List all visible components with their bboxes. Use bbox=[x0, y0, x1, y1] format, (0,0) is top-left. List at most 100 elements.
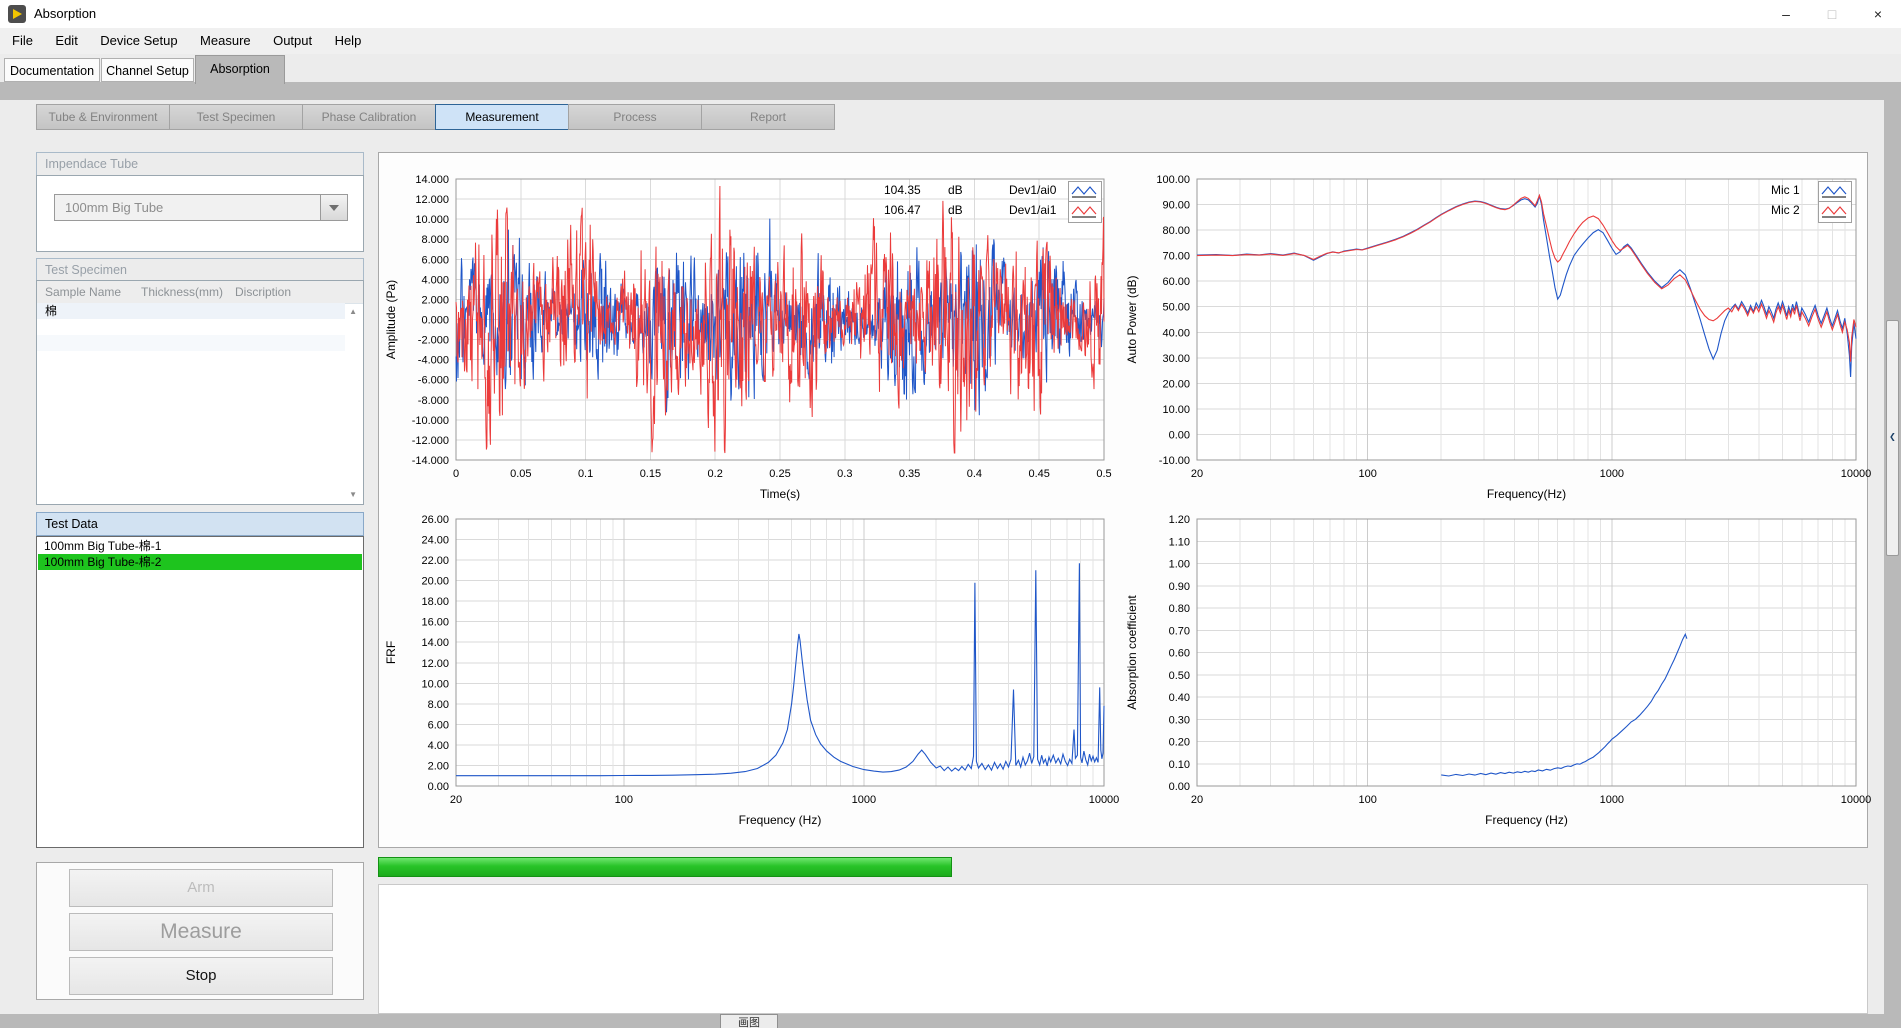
title-bar: Absorption – □ × bbox=[0, 0, 1901, 29]
svg-text:16.00: 16.00 bbox=[421, 617, 449, 629]
table-row[interactable] bbox=[37, 351, 345, 367]
test-specimen-table[interactable]: Sample Name Thickness(mm) Discription 棉 … bbox=[36, 280, 364, 505]
svg-text:FRF: FRF bbox=[384, 641, 398, 664]
svg-text:20: 20 bbox=[1191, 794, 1203, 806]
bottom-band bbox=[0, 1014, 1901, 1028]
subtab-report[interactable]: Report bbox=[701, 104, 835, 130]
svg-text:1.10: 1.10 bbox=[1169, 536, 1190, 548]
tab-absorption[interactable]: Absorption bbox=[195, 55, 285, 84]
column-sample-name[interactable]: Sample Name bbox=[45, 281, 121, 303]
svg-text:Frequency (Hz): Frequency (Hz) bbox=[1485, 813, 1568, 827]
svg-text:-2.000: -2.000 bbox=[418, 335, 449, 347]
legend-mic1: Mic 1 bbox=[1771, 183, 1800, 197]
svg-text:0: 0 bbox=[453, 468, 459, 480]
svg-text:100: 100 bbox=[615, 794, 633, 806]
plot-bottom-tab[interactable]: 画图 bbox=[720, 1014, 778, 1028]
maximize-button[interactable]: □ bbox=[1809, 0, 1855, 28]
panel-splitter-handle[interactable]: ❮ bbox=[1886, 320, 1899, 556]
svg-text:2.000: 2.000 bbox=[421, 294, 449, 306]
test-data-list[interactable]: 100mm Big Tube-棉-1 100mm Big Tube-棉-2 bbox=[36, 536, 364, 848]
svg-text:-4.000: -4.000 bbox=[418, 355, 449, 367]
svg-text:0.05: 0.05 bbox=[510, 468, 531, 480]
svg-text:8.00: 8.00 bbox=[428, 699, 449, 711]
list-item[interactable]: 100mm Big Tube-棉-1 bbox=[38, 538, 362, 554]
window-title: Absorption bbox=[34, 0, 96, 28]
table-row[interactable]: 棉 bbox=[37, 303, 345, 319]
svg-text:0.2: 0.2 bbox=[708, 468, 723, 480]
tab-page-band bbox=[0, 82, 1901, 100]
svg-text:0.70: 0.70 bbox=[1169, 625, 1190, 637]
menu-measure[interactable]: Measure bbox=[191, 28, 260, 53]
svg-text:100.00: 100.00 bbox=[1156, 174, 1190, 186]
menu-edit[interactable]: Edit bbox=[46, 28, 86, 53]
measurement-progress-bar bbox=[378, 857, 952, 877]
svg-text:-12.000: -12.000 bbox=[412, 435, 449, 447]
svg-text:-10.000: -10.000 bbox=[412, 415, 449, 427]
chevron-down-icon[interactable] bbox=[320, 195, 347, 220]
right-panel-strip bbox=[1884, 100, 1901, 1014]
subtab-tube-environment[interactable]: Tube & Environment bbox=[36, 104, 170, 130]
svg-text:14.000: 14.000 bbox=[415, 174, 449, 186]
svg-text:26.00: 26.00 bbox=[421, 514, 449, 526]
svg-text:10000: 10000 bbox=[1841, 794, 1872, 806]
svg-text:2.00: 2.00 bbox=[428, 760, 449, 772]
impedance-tube-dropdown[interactable]: 100mm Big Tube bbox=[54, 194, 348, 221]
measure-button[interactable]: Measure bbox=[69, 913, 333, 951]
subtab-test-specimen[interactable]: Test Specimen bbox=[169, 104, 303, 130]
subtab-process[interactable]: Process bbox=[568, 104, 702, 130]
menu-bar: File Edit Device Setup Measure Output He… bbox=[0, 28, 1901, 55]
frf-chart: 26.0024.0022.0020.0018.0016.0014.0012.00… bbox=[456, 519, 1104, 786]
scroll-down-icon[interactable]: ▼ bbox=[349, 490, 357, 499]
svg-text:10000: 10000 bbox=[1089, 794, 1120, 806]
control-button-panel: Arm Measure Stop bbox=[36, 862, 364, 1000]
svg-text:20: 20 bbox=[1191, 468, 1203, 480]
time-waveform-chart: 104.35 dB Dev1/ai0 106.47 dB Dev1/ai1 14… bbox=[456, 179, 1104, 460]
svg-text:40.00: 40.00 bbox=[1162, 327, 1190, 339]
svg-text:50.00: 50.00 bbox=[1162, 302, 1190, 314]
menu-help[interactable]: Help bbox=[326, 28, 371, 53]
table-row[interactable] bbox=[37, 335, 345, 351]
column-thickness[interactable]: Thickness(mm) bbox=[141, 281, 223, 303]
subtab-measurement[interactable]: Measurement bbox=[435, 104, 569, 130]
subtab-phase-calibration[interactable]: Phase Calibration bbox=[302, 104, 436, 130]
tab-channel-setup[interactable]: Channel Setup bbox=[101, 58, 194, 82]
svg-text:10.000: 10.000 bbox=[415, 214, 449, 226]
stop-button[interactable]: Stop bbox=[69, 957, 333, 995]
waveform-icon bbox=[1818, 181, 1852, 203]
svg-text:0.00: 0.00 bbox=[1169, 429, 1190, 441]
svg-text:30.00: 30.00 bbox=[1162, 353, 1190, 365]
arm-button[interactable]: Arm bbox=[69, 869, 333, 907]
impedance-tube-dropdown-value: 100mm Big Tube bbox=[65, 195, 163, 220]
menu-device-setup[interactable]: Device Setup bbox=[91, 28, 186, 53]
svg-text:1000: 1000 bbox=[1600, 794, 1624, 806]
level-readout-ai1: 106.47 bbox=[884, 203, 921, 217]
svg-text:8.000: 8.000 bbox=[421, 234, 449, 246]
list-item-selected[interactable]: 100mm Big Tube-棉-2 bbox=[38, 554, 362, 570]
scroll-up-icon[interactable]: ▲ bbox=[349, 307, 357, 316]
svg-text:6.000: 6.000 bbox=[421, 254, 449, 266]
waveform-icon bbox=[1068, 201, 1102, 223]
svg-text:12.00: 12.00 bbox=[421, 658, 449, 670]
svg-text:Absorption coefficient: Absorption coefficient bbox=[1125, 595, 1139, 710]
svg-text:0.5: 0.5 bbox=[1096, 468, 1111, 480]
svg-text:1.00: 1.00 bbox=[1169, 559, 1190, 571]
svg-text:22.00: 22.00 bbox=[421, 555, 449, 567]
svg-text:20: 20 bbox=[450, 794, 462, 806]
close-button[interactable]: × bbox=[1855, 0, 1901, 28]
minimize-button[interactable]: – bbox=[1763, 0, 1809, 28]
svg-text:0.10: 0.10 bbox=[1169, 759, 1190, 771]
svg-text:18.00: 18.00 bbox=[421, 596, 449, 608]
column-discription[interactable]: Discription bbox=[235, 281, 291, 303]
svg-text:0.80: 0.80 bbox=[1169, 603, 1190, 615]
svg-text:10000: 10000 bbox=[1841, 468, 1872, 480]
svg-text:0.00: 0.00 bbox=[428, 781, 449, 793]
menu-file[interactable]: File bbox=[0, 28, 42, 53]
tab-documentation[interactable]: Documentation bbox=[4, 58, 100, 82]
svg-text:100: 100 bbox=[1358, 468, 1376, 480]
table-row[interactable] bbox=[37, 319, 345, 335]
svg-text:1000: 1000 bbox=[852, 794, 876, 806]
svg-text:20.00: 20.00 bbox=[421, 576, 449, 588]
menu-output[interactable]: Output bbox=[264, 28, 321, 53]
svg-text:0.50: 0.50 bbox=[1169, 670, 1190, 682]
svg-text:90.00: 90.00 bbox=[1162, 200, 1190, 212]
